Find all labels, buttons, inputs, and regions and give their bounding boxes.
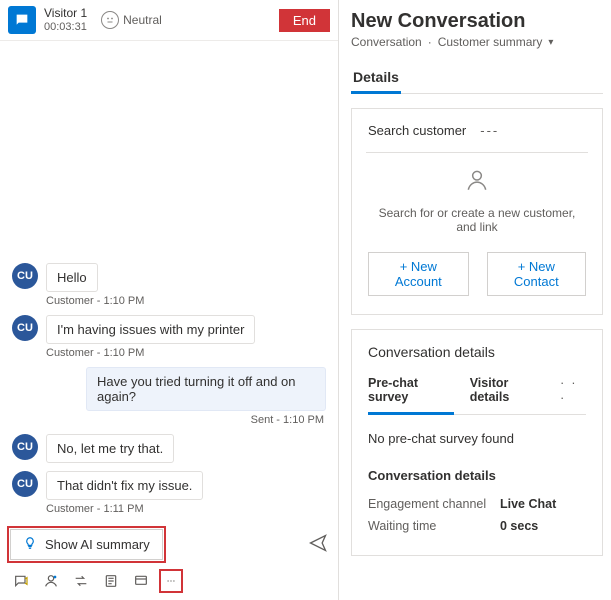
- quick-reply-icon[interactable]: [12, 572, 30, 590]
- message-bubble: No, let me try that.: [46, 434, 174, 463]
- message-bubble: Have you tried turning it off and on aga…: [86, 367, 326, 411]
- breadcrumb: Conversation · Customer summary ▾: [351, 35, 603, 49]
- side-tabs: Details: [351, 63, 603, 94]
- customer-avatar: CU: [12, 263, 38, 289]
- customer-empty-state: Search for or create a new customer, and…: [368, 153, 586, 238]
- knowledge-icon[interactable]: [132, 572, 150, 590]
- message-row: CU No, let me try that.: [12, 434, 326, 463]
- message-meta: Customer - 1:10 PM: [46, 347, 326, 359]
- message-row: CU I'm having issues with my printer: [12, 315, 326, 344]
- end-button[interactable]: End: [279, 9, 330, 32]
- search-customer-value: ---: [480, 123, 499, 138]
- more-tools-button[interactable]: [162, 572, 180, 590]
- customer-empty-text: Search for or create a new customer, and…: [372, 206, 582, 234]
- notes-icon[interactable]: [102, 572, 120, 590]
- visitor-timer: 00:03:31: [44, 21, 87, 34]
- crumb-separator: ·: [428, 35, 432, 49]
- customer-create-buttons: + New Account + New Contact: [368, 252, 586, 296]
- subtab-prechat[interactable]: Pre-chat survey: [368, 370, 454, 414]
- send-icon[interactable]: [308, 533, 328, 556]
- waiting-time-label: Waiting time: [368, 519, 500, 533]
- message-bubble: That didn't fix my issue.: [46, 471, 203, 500]
- search-customer-label: Search customer: [368, 123, 466, 138]
- conversation-subtabs: Pre-chat survey Visitor details . . .: [368, 370, 586, 415]
- sentiment-indicator: Neutral: [101, 11, 162, 29]
- customer-card: Search customer --- Search for or create…: [351, 108, 603, 315]
- message-meta: Customer - 1:11 PM: [46, 503, 326, 515]
- tools-row: [0, 568, 338, 600]
- message-row: CU Hello: [12, 263, 326, 292]
- no-prechat-text: No pre-chat survey found: [368, 431, 586, 446]
- search-customer-row[interactable]: Search customer ---: [368, 123, 586, 138]
- neutral-face-icon: [101, 11, 119, 29]
- sentiment-label: Neutral: [123, 13, 162, 27]
- ai-summary-label: Show AI summary: [45, 537, 150, 552]
- page-title: New Conversation: [351, 10, 603, 33]
- kv-row: Engagement channel Live Chat: [368, 493, 586, 515]
- conversation-details-title: Conversation details: [368, 344, 586, 360]
- chat-header: Visitor 1 00:03:31 Neutral End: [0, 0, 338, 41]
- message-bubble: I'm having issues with my printer: [46, 315, 255, 344]
- visitor-name: Visitor 1: [44, 6, 87, 20]
- customer-avatar: CU: [12, 434, 38, 460]
- customer-avatar: CU: [12, 315, 38, 341]
- tab-details[interactable]: Details: [351, 63, 401, 93]
- side-panel: New Conversation Conversation · Customer…: [339, 0, 611, 600]
- consult-icon[interactable]: [42, 572, 60, 590]
- waiting-time-value: 0 secs: [500, 519, 538, 533]
- person-icon: [464, 167, 490, 196]
- show-ai-summary-button[interactable]: Show AI summary: [10, 529, 163, 560]
- conversation-details-card: Conversation details Pre-chat survey Vis…: [351, 329, 603, 556]
- messages-scroll[interactable]: CU Hello Customer - 1:10 PM CU I'm havin…: [0, 41, 338, 521]
- conversation-details-section: Conversation details: [368, 468, 586, 483]
- lightbulb-icon: [23, 536, 37, 553]
- visitor-info: Visitor 1 00:03:31: [44, 6, 87, 34]
- subtab-visitor-details[interactable]: Visitor details: [470, 370, 545, 414]
- message-meta: Customer - 1:10 PM: [46, 295, 326, 307]
- crumb-conversation[interactable]: Conversation: [351, 35, 422, 49]
- customer-avatar: CU: [12, 471, 38, 497]
- subtab-more-button[interactable]: . . .: [560, 372, 586, 412]
- crumb-customer-summary[interactable]: Customer summary: [438, 35, 543, 49]
- kv-row: Waiting time 0 secs: [368, 515, 586, 537]
- new-contact-button[interactable]: + New Contact: [487, 252, 586, 296]
- message-row: CU That didn't fix my issue.: [12, 471, 326, 500]
- message-meta: Sent - 1:10 PM: [12, 414, 324, 426]
- message-bubble: Hello: [46, 263, 98, 292]
- visitor-avatar: [8, 6, 36, 34]
- engagement-channel-label: Engagement channel: [368, 497, 500, 511]
- chevron-down-icon[interactable]: ▾: [548, 37, 553, 48]
- compose-row: Show AI summary: [0, 521, 338, 568]
- message-row: Have you tried turning it off and on aga…: [12, 367, 326, 411]
- chat-panel: Visitor 1 00:03:31 Neutral End CU Hello …: [0, 0, 339, 600]
- chat-bubble-icon: [14, 12, 30, 28]
- engagement-channel-value: Live Chat: [500, 497, 556, 511]
- transfer-icon[interactable]: [72, 572, 90, 590]
- new-account-button[interactable]: + New Account: [368, 252, 469, 296]
